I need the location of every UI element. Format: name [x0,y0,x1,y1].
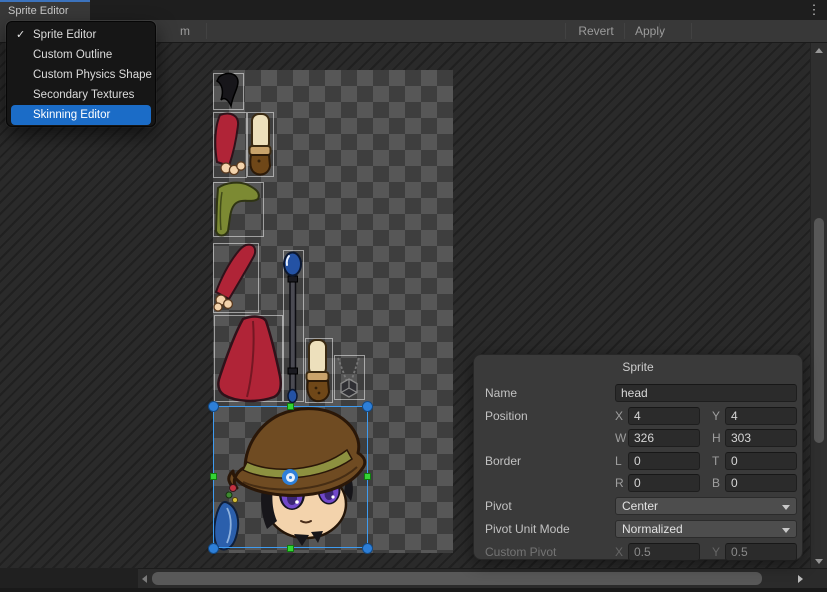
pivot-dropdown[interactable]: Center [615,497,797,515]
menu-item-label: Sprite Editor [33,29,96,41]
selection-handle-top-left[interactable] [208,401,219,412]
sprite-rect-boot-1[interactable] [247,112,274,177]
border-label: Border [485,454,615,468]
toolbar-divider [624,23,625,39]
sprite-editor-mode-menu: ✓ Sprite Editor Custom Outline Custom Ph… [6,21,156,127]
scroll-down-icon[interactable] [815,559,823,564]
panel-title: Sprite [474,360,802,374]
chevron-down-icon [782,528,790,533]
menu-item-label: Custom Outline [33,49,112,61]
custom-pivot-y-label: Y [712,545,725,559]
pivot-handle[interactable] [282,469,298,485]
custom-pivot-x-input [628,543,700,561]
window-menu-icon[interactable]: ⋮ [806,1,822,19]
trim-button-partial[interactable]: m [168,20,202,42]
selection-handle-bottom-left[interactable] [208,543,219,554]
sprite-rect-hair[interactable] [213,73,244,110]
l-axis-label: L [615,454,628,468]
t-axis-label: T [712,454,725,468]
sprite-editor-window: Sprite Editor ⋮ m Revert Apply [0,0,827,592]
horizontal-scrollbar-thumb[interactable] [152,572,762,585]
apply-button[interactable]: Apply [627,20,673,42]
selection-handle-right-center[interactable] [364,473,371,480]
checkmark-icon: ✓ [16,25,25,45]
tab-title: Sprite Editor [8,5,69,17]
menu-item-label: Secondary Textures [33,89,134,101]
position-label: Position [485,409,615,423]
pivot-unit-mode-dropdown[interactable]: Normalized [615,520,797,538]
sprite-rect-sleeve[interactable] [213,112,247,178]
sprite-rect-pendant[interactable] [334,355,365,400]
border-top-input[interactable] [725,452,797,470]
x-axis-label: X [615,409,628,423]
pivot-value: Center [622,499,658,513]
border-right-input[interactable] [628,474,700,492]
toolbar-divider [659,23,660,39]
toolbar-divider [691,23,692,39]
sprite-inspector-panel: Sprite Name Position X Y W H [473,354,803,560]
pivot-unit-mode-value: Normalized [622,522,683,536]
sprite-rect-staff[interactable] [283,250,304,402]
menu-item-custom-outline[interactable]: Custom Outline [7,45,155,65]
selection-handle-bottom-right[interactable] [362,543,373,554]
tab-bar: Sprite Editor ⋮ [0,0,827,20]
selection-handle-left-center[interactable] [210,473,217,480]
selection-handle-top-center[interactable] [287,403,294,410]
selection-handle-top-right[interactable] [362,401,373,412]
border-left-input[interactable] [628,452,700,470]
bottom-bar-spacer [0,568,138,588]
vertical-scrollbar-thumb[interactable] [814,218,824,443]
pivot-unit-mode-label: Pivot Unit Mode [485,522,615,536]
scroll-up-icon[interactable] [815,48,823,53]
custom-pivot-y-input [725,543,797,561]
scroll-right-icon[interactable] [798,575,803,583]
pivot-label: Pivot [485,499,615,513]
h-axis-label: H [712,431,725,445]
menu-item-skinning-editor[interactable]: Skinning Editor [11,105,151,125]
selection-handle-bottom-center[interactable] [287,545,294,552]
menu-item-secondary-textures[interactable]: Secondary Textures [7,85,155,105]
sprite-rect-boot-2[interactable] [305,338,333,403]
menu-item-label: Custom Physics Shape [33,69,152,81]
custom-pivot-x-label: X [615,545,628,559]
sprite-rect-cape[interactable] [214,315,283,402]
width-input[interactable] [628,429,700,447]
sprite-rect-arm[interactable] [213,243,259,313]
tab-sprite-editor[interactable]: Sprite Editor [0,0,90,20]
r-axis-label: R [615,476,628,490]
custom-pivot-label: Custom Pivot [485,545,615,559]
sprite-rect-scarf[interactable] [213,182,264,237]
menu-item-sprite-editor[interactable]: ✓ Sprite Editor [7,25,155,45]
name-input[interactable] [615,384,797,402]
name-label: Name [485,386,615,400]
w-axis-label: W [615,431,628,445]
scroll-left-icon[interactable] [142,575,147,583]
toolbar-divider [206,23,207,39]
border-bottom-input[interactable] [725,474,797,492]
chevron-down-icon [782,505,790,510]
bottom-strip [0,588,827,592]
b-axis-label: B [712,476,725,490]
height-input[interactable] [725,429,797,447]
menu-item-custom-physics-shape[interactable]: Custom Physics Shape [7,65,155,85]
vertical-scrollbar[interactable] [810,43,827,568]
menu-item-label: Skinning Editor [33,109,110,121]
y-axis-label: Y [712,409,725,423]
position-y-input[interactable] [725,407,797,425]
revert-button[interactable]: Revert [570,20,622,42]
position-x-input[interactable] [628,407,700,425]
toolbar-divider [565,23,566,39]
